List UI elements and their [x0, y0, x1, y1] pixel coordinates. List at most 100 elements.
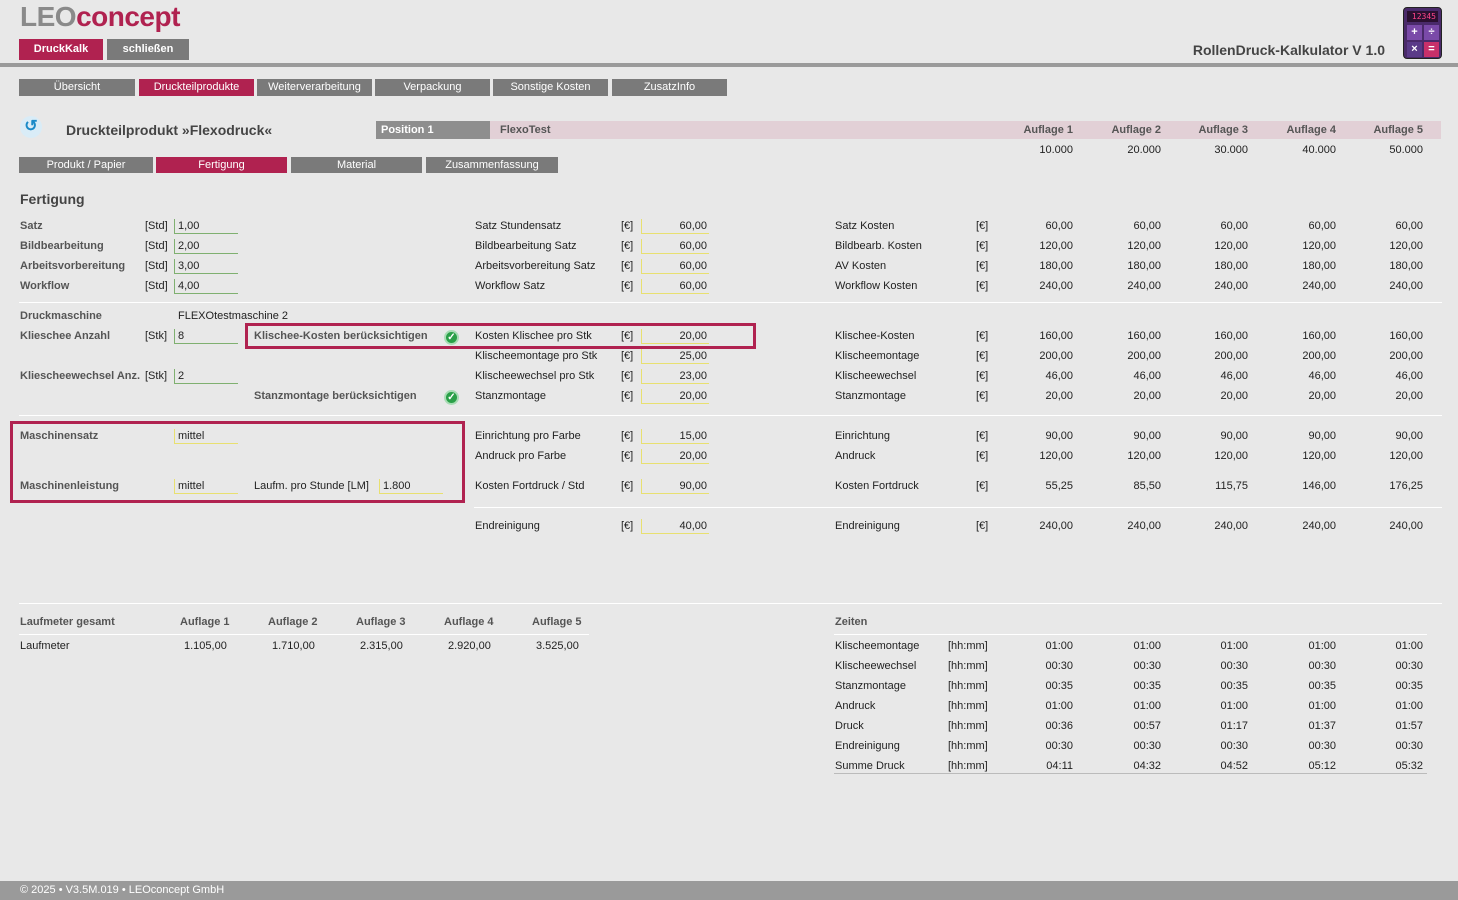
zeiten-cell: 01:00: [1308, 640, 1336, 652]
footer: © 2025 • V3.5M.019 • LEOconcept GmbH: [0, 881, 1458, 900]
laufmeter-col: Auflage 5: [532, 616, 582, 628]
laufmeter-value: 2.315,00: [360, 640, 403, 652]
cost-label: Stanzmontage: [835, 390, 906, 402]
zeiten-cell: 01:00: [1133, 700, 1161, 712]
mid-input[interactable]: 60,00: [641, 239, 709, 254]
workflow-input[interactable]: 4,00: [174, 279, 238, 294]
cost-label: Bildbearb. Kosten: [835, 240, 922, 252]
cost-label: Endreinigung: [835, 520, 900, 532]
cost-label: Andruck: [835, 450, 876, 462]
mid-unit: [€]: [621, 280, 634, 292]
druckkalk-button[interactable]: DruckKalk: [19, 39, 103, 60]
tab-druckteilprodukte[interactable]: Druckteilprodukte: [139, 79, 254, 96]
cost-cell: 240,00: [1214, 520, 1248, 532]
auflage-header: Auflage 3: [1198, 124, 1248, 136]
cost-label: AV Kosten: [835, 260, 887, 272]
tab-sonstige-kosten[interactable]: Sonstige Kosten: [493, 79, 608, 96]
cost-cell: 90,00: [1045, 430, 1073, 442]
cost-cell: 240,00: [1127, 280, 1161, 292]
satz-input[interactable]: 1,00: [174, 219, 238, 234]
tab-material[interactable]: Material: [291, 157, 422, 173]
zeiten-cell: 01:37: [1308, 720, 1336, 732]
tab-produkt-papier[interactable]: Produkt / Papier: [19, 157, 153, 173]
mid-input[interactable]: 60,00: [641, 279, 709, 294]
zeiten-label: Summe Druck: [835, 760, 905, 772]
tab-verpackung[interactable]: Verpackung: [375, 79, 490, 96]
tab-uebersicht[interactable]: Übersicht: [19, 79, 135, 96]
druckmaschine-select[interactable]: FLEXOtestmaschine 2: [178, 310, 288, 322]
cost-cell: 90,00: [1220, 430, 1248, 442]
klischee-anzahl-label: Klieschee Anzahl: [20, 330, 111, 342]
close-button[interactable]: schließen: [107, 39, 189, 60]
zeiten-unit: [hh:mm]: [948, 660, 988, 672]
arbeitsvorbereitung-input[interactable]: 3,00: [174, 259, 238, 274]
zeiten-cell: 00:30: [1220, 660, 1248, 672]
zeiten-label: Druck: [835, 720, 864, 732]
cost-cell: 60,00: [1395, 220, 1423, 232]
back-icon[interactable]: ↺: [20, 116, 42, 138]
zeiten-cell: 04:11: [1046, 760, 1073, 772]
calculator-display: 12345: [1407, 11, 1438, 22]
section-title: Fertigung: [20, 191, 85, 207]
cost-cell: 200,00: [1039, 350, 1073, 362]
cost-unit: [€]: [976, 430, 989, 442]
tab-fertigung[interactable]: Fertigung: [156, 157, 287, 173]
mid-input[interactable]: 60,00: [641, 259, 709, 274]
mid-label: Kosten Klischee pro Stk: [475, 330, 592, 342]
zeiten-unit: [hh:mm]: [948, 700, 988, 712]
zeiten-cell: 00:35: [1045, 680, 1073, 692]
mid-input[interactable]: 20,00: [641, 389, 709, 404]
cost-cell: 160,00: [1039, 330, 1073, 342]
mid-input[interactable]: 20,00: [641, 449, 709, 464]
mid-label: Klischeemontage pro Stk: [475, 350, 598, 362]
cost-cell: 115,75: [1215, 480, 1248, 492]
mid-unit: [€]: [621, 370, 634, 382]
tab-zusammenfassung[interactable]: Zusammenfassung: [426, 157, 558, 173]
header-divider: [0, 63, 1458, 67]
zeiten-cell: 05:12: [1308, 760, 1336, 772]
cost-cell: 46,00: [1308, 370, 1336, 382]
calculator-icon[interactable]: 12345 + ÷ × =: [1403, 7, 1442, 59]
tab-zusatzinfo[interactable]: ZusatzInfo: [612, 79, 727, 96]
divider: [834, 773, 1427, 774]
mid-input[interactable]: 23,00: [641, 369, 709, 384]
mid-input[interactable]: 60,00: [641, 219, 709, 234]
zeiten-cell: 00:30: [1395, 660, 1423, 672]
mid-input[interactable]: 25,00: [641, 349, 709, 364]
mid-input[interactable]: 20,00: [641, 329, 709, 344]
stanzmontage-checkbox-label: Stanzmontage berücksichtigen: [254, 390, 417, 402]
mid-input[interactable]: 90,00: [641, 479, 709, 494]
auflage-value: 40.000: [1302, 144, 1336, 156]
mid-unit: [€]: [621, 450, 634, 462]
cost-label: Einrichtung: [835, 430, 891, 442]
cost-cell: 90,00: [1133, 430, 1161, 442]
zeiten-unit: [hh:mm]: [948, 740, 988, 752]
cost-unit: [€]: [976, 330, 989, 342]
mid-label: Endreinigung: [475, 520, 540, 532]
mid-unit: [€]: [621, 350, 634, 362]
cost-cell: 240,00: [1039, 280, 1073, 292]
klischee-anzahl-input[interactable]: 8: [174, 329, 238, 344]
auflage-value: 50.000: [1389, 144, 1423, 156]
cost-cell: 200,00: [1214, 350, 1248, 362]
cost-unit: [€]: [976, 220, 989, 232]
klischeewechsel-input[interactable]: 2: [174, 369, 238, 384]
cost-cell: 55,25: [1045, 480, 1073, 492]
cost-cell: 240,00: [1039, 520, 1073, 532]
zeiten-label: Stanzmontage: [835, 680, 906, 692]
zeiten-cell: 00:30: [1308, 660, 1336, 672]
zeiten-header: Zeiten: [835, 616, 868, 628]
check-toggle-icon[interactable]: ✓: [444, 390, 459, 405]
bildbearbeitung-input[interactable]: 2,00: [174, 239, 238, 254]
app-title: RollenDruck-Kalkulator V 1.0: [1192, 42, 1385, 58]
laufmeter-col: Auflage 1: [180, 616, 230, 628]
tab-weiterverarbeitung[interactable]: Weiterverarbeitung: [257, 79, 372, 96]
zeiten-cell: 01:00: [1133, 640, 1161, 652]
mid-input[interactable]: 15,00: [641, 429, 709, 444]
position-label[interactable]: Position 1: [376, 121, 490, 139]
mid-input[interactable]: 40,00: [641, 519, 709, 534]
cost-cell: 240,00: [1127, 520, 1161, 532]
mid-label: Kosten Fortdruck / Std: [475, 480, 585, 492]
row-label: Bildbearbeitung: [20, 240, 104, 252]
zeiten-cell: 00:30: [1133, 740, 1161, 752]
